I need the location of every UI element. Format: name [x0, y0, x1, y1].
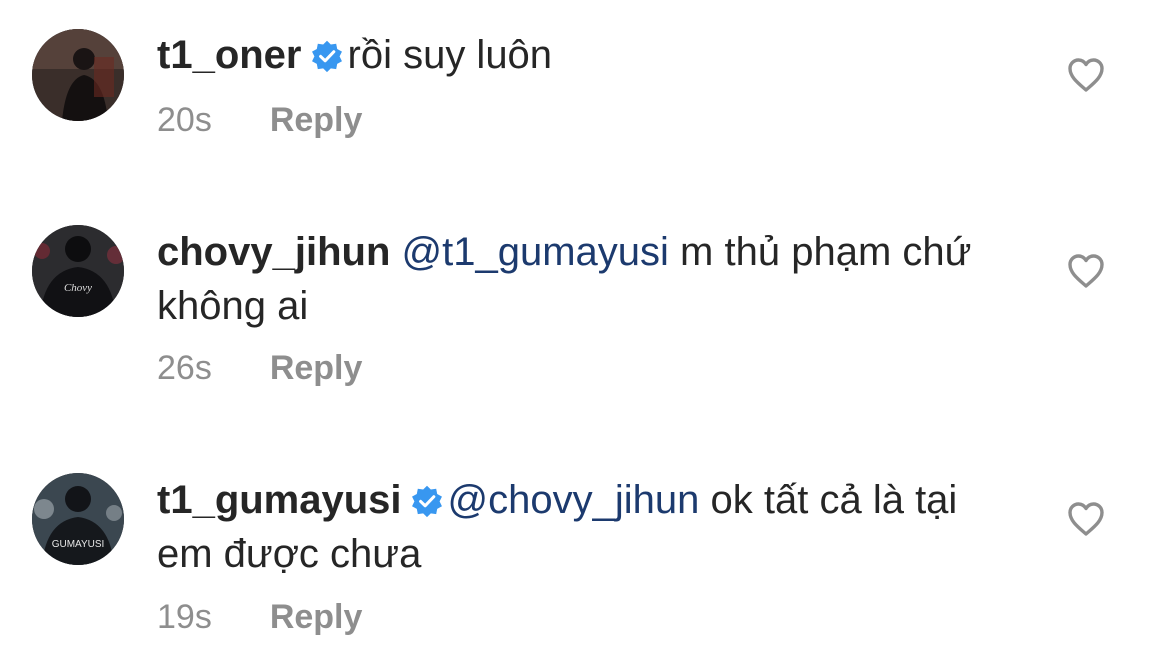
comment-meta: 26s Reply [157, 349, 362, 388]
verified-badge-icon [411, 485, 442, 518]
avatar[interactable]: GUMAYUSI [32, 473, 124, 565]
comment-body-text: rồi suy luôn [347, 33, 553, 77]
avatar[interactable]: Chovy [32, 225, 124, 317]
svg-text:GUMAYUSI: GUMAYUSI [52, 539, 105, 550]
comment-text: chovy_jihun @t1_gumayusi m thủ phạm chứ … [157, 225, 1007, 333]
verified-badge-icon [311, 40, 342, 73]
username[interactable]: chovy_jihun [157, 230, 390, 274]
heart-outline-icon[interactable] [1066, 251, 1106, 291]
comment-timestamp: 26s [157, 349, 212, 387]
heart-outline-icon[interactable] [1066, 499, 1106, 539]
mention-link[interactable]: @t1_gumayusi [402, 230, 669, 274]
avatar[interactable] [32, 29, 124, 121]
comment-text: t1_oner rồi suy luôn [157, 28, 1007, 82]
reply-button[interactable]: Reply [270, 349, 363, 387]
reply-button[interactable]: Reply [270, 598, 363, 636]
comment-timestamp: 20s [157, 101, 212, 139]
username[interactable]: t1_oner [157, 33, 302, 77]
reply-button[interactable]: Reply [270, 101, 363, 139]
mention-link[interactable]: @chovy_jihun [448, 478, 700, 522]
svg-text:Chovy: Chovy [64, 282, 92, 294]
comment-meta: 19s Reply [157, 598, 362, 637]
comment-meta: 20s Reply [157, 101, 362, 140]
comment-timestamp: 19s [157, 598, 212, 636]
heart-outline-icon[interactable] [1066, 55, 1106, 95]
comment-text: t1_gumayusi @chovy_jihun ok tất cả là tại… [157, 473, 1007, 581]
username[interactable]: t1_gumayusi [157, 478, 402, 522]
